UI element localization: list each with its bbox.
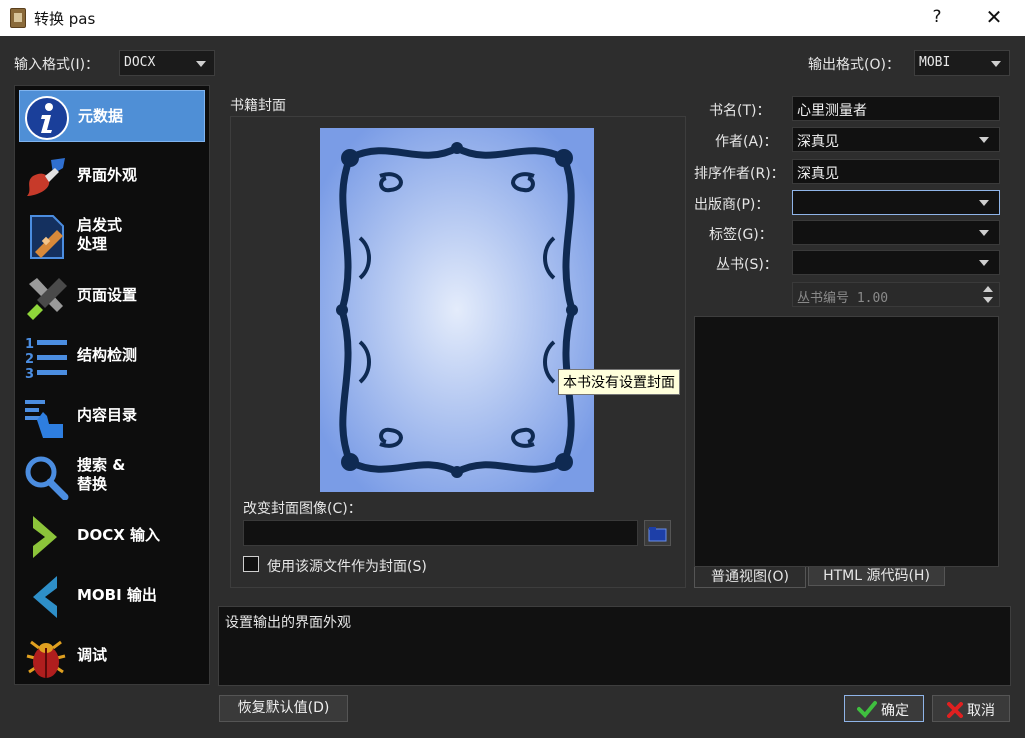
tab-html-source[interactable]: HTML 源代码(H) [808, 567, 945, 586]
sidebar-item-label: 页面设置 [77, 286, 138, 304]
cancel-label: 取消 [967, 703, 995, 719]
series-index-spinbox[interactable]: 丛书编号 1.00 [792, 282, 1000, 307]
sidebar-item-structure-detection[interactable]: 1 2 3 结构检测 [19, 330, 205, 382]
sidebar-item-search-replace[interactable]: 搜索 & 替换 [19, 450, 205, 502]
sidebar-item-heuristics[interactable]: 启发式 处理 [19, 210, 205, 262]
sidebar-item-label: MOBI 输出 [77, 586, 157, 604]
app-book-icon [10, 8, 26, 28]
output-format-select[interactable]: MOBI [914, 50, 1010, 76]
chevron-down-icon [991, 61, 1001, 67]
chevron-down-icon [979, 137, 989, 143]
magnifier-icon [25, 456, 69, 500]
close-button[interactable]: ✕ [971, 0, 1017, 36]
spin-down-icon[interactable] [983, 297, 993, 303]
comments-editor[interactable] [694, 316, 999, 567]
author-sort-input[interactable]: 深真见 [792, 159, 1000, 184]
publisher-label: 出版商(P)： [694, 197, 770, 213]
sidebar-item-page-setup[interactable]: 页面设置 [19, 270, 205, 322]
sidebar-item-metadata[interactable]: 元数据 [19, 90, 205, 142]
author-label: 作者(A)： [715, 134, 778, 150]
series-label: 丛书(S)： [716, 257, 778, 273]
ok-button[interactable]: 确定 [844, 695, 924, 722]
svg-text:2: 2 [25, 352, 34, 367]
no-cover-tooltip: 本书没有设置封面 [558, 369, 680, 395]
bug-icon [26, 640, 66, 678]
paintbrush-icon [27, 158, 65, 196]
toc-hand-icon [25, 400, 63, 438]
numbered-list-icon: 1 2 3 [25, 337, 67, 380]
sidebar-item-label-line2: 处理 [77, 235, 108, 253]
author-sort-label: 排序作者(R)： [694, 166, 785, 182]
cover-image [320, 128, 594, 492]
tab-normal-view[interactable]: 普通视图(O) [694, 567, 806, 588]
chevron-down-icon [196, 61, 206, 67]
help-button[interactable]: ? [914, 0, 960, 36]
use-source-cover-checkbox[interactable] [243, 556, 259, 572]
folder-icon [648, 527, 667, 542]
sidebar-item-label: 调试 [77, 646, 108, 664]
ok-label: 确定 [881, 703, 909, 719]
sidebar-item-label: 界面外观 [77, 166, 138, 184]
chevron-left-icon [33, 576, 57, 618]
checkmark-icon [857, 701, 877, 718]
sidebar-item-label: 结构检测 [77, 346, 138, 364]
output-format-label: 输出格式(O)： [808, 57, 900, 73]
sidebar-item-label: 元数据 [78, 107, 124, 125]
info-icon [25, 96, 69, 140]
chevron-right-icon [33, 516, 57, 558]
document-bandage-icon [30, 215, 64, 259]
red-x-icon [947, 702, 963, 718]
author-combo[interactable]: 深真见 [792, 127, 1000, 152]
cancel-button[interactable]: 取消 [932, 695, 1010, 722]
input-format-label: 输入格式(I)： [14, 57, 100, 73]
sidebar-item-toc[interactable]: 内容目录 [19, 390, 205, 442]
sidebar: 元数据 界面外观 启发式 处理 页面设置 1 2 3 结构检测 内容目录 搜索 … [14, 85, 210, 685]
chevron-down-icon [979, 200, 989, 206]
help-text-box: 设置输出的界面外观 [218, 606, 1011, 686]
title-label: 书名(T)： [709, 103, 771, 119]
chevron-down-icon [979, 260, 989, 266]
series-combo[interactable] [792, 250, 1000, 275]
input-format-value: DOCX [124, 55, 156, 70]
change-cover-label: 改变封面图像(C)： [243, 501, 362, 517]
sidebar-item-look-feel[interactable]: 界面外观 [19, 150, 205, 202]
sidebar-item-docx-input[interactable]: DOCX 输入 [19, 510, 205, 562]
sidebar-item-label: DOCX 输入 [77, 526, 160, 544]
spin-up-icon[interactable] [983, 286, 993, 292]
publisher-combo[interactable] [792, 190, 1000, 215]
chevron-down-icon [979, 230, 989, 236]
title-input[interactable]: 心里测量者 [792, 96, 1000, 121]
sidebar-item-label-line1: 启发式 [77, 216, 123, 234]
cover-group-label: 书籍封面 [230, 98, 286, 114]
window-title: 转换 pas [34, 10, 96, 28]
cover-path-input[interactable] [243, 520, 638, 546]
author-value: 深真见 [797, 134, 839, 150]
tags-label: 标签(G)： [709, 227, 773, 243]
series-index-value: 丛书编号 1.00 [797, 291, 889, 306]
sidebar-item-label: 内容目录 [77, 406, 138, 424]
use-source-cover-label: 使用该源文件作为封面(S) [267, 559, 427, 575]
title-bar: 转换 pas ? ✕ [0, 0, 1025, 36]
svg-text:1: 1 [25, 337, 34, 352]
tools-icon [27, 278, 67, 320]
tags-combo[interactable] [792, 220, 1000, 245]
sidebar-item-debug[interactable]: 调试 [19, 630, 205, 682]
sidebar-item-label-line2: 替换 [77, 475, 108, 493]
output-format-value: MOBI [919, 55, 951, 70]
input-format-select[interactable]: DOCX [119, 50, 215, 76]
svg-text:3: 3 [25, 367, 34, 380]
browse-cover-button[interactable] [644, 520, 671, 546]
sidebar-item-mobi-output[interactable]: MOBI 输出 [19, 570, 205, 622]
sidebar-item-label-line1: 搜索 & [77, 456, 126, 474]
restore-defaults-button[interactable]: 恢复默认值(D) [219, 695, 348, 722]
